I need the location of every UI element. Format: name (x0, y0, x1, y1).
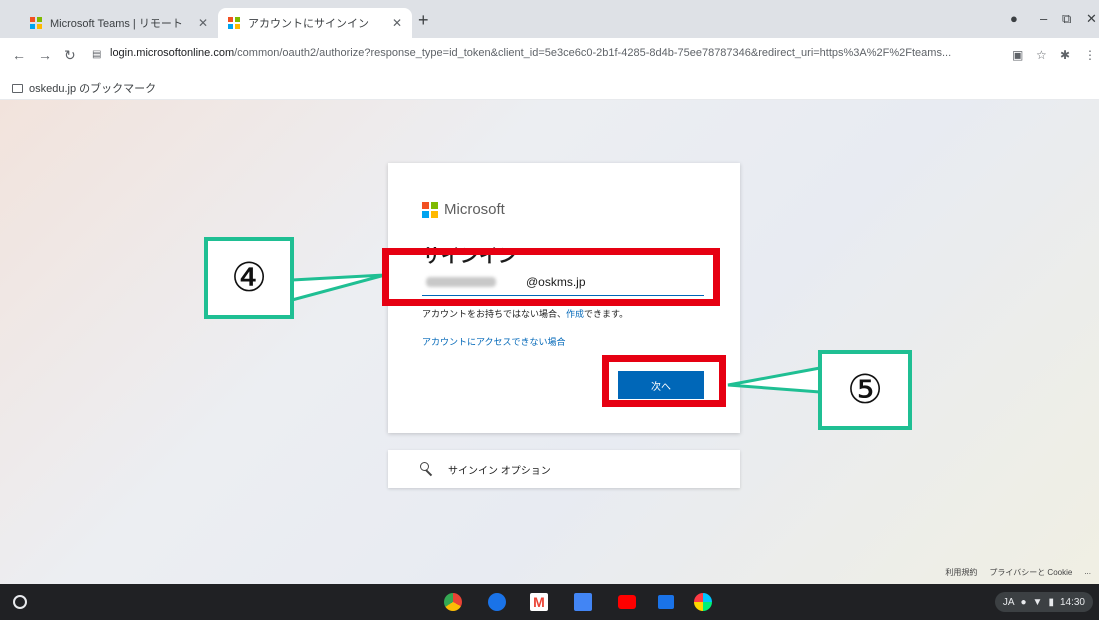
notification-icon: ● (1020, 596, 1027, 608)
input-method: JA (1002, 596, 1015, 608)
battery-icon: ▮ (1048, 596, 1054, 608)
leader-step5 (727, 366, 822, 394)
youtube-icon[interactable] (618, 595, 636, 609)
docs-icon[interactable] (574, 593, 592, 611)
launcher-icon[interactable] (13, 595, 27, 609)
leader-step4 (290, 273, 386, 302)
callout-step5: ⑤ (818, 350, 912, 430)
callout-step4: ④ (204, 237, 294, 319)
files-icon[interactable] (488, 593, 506, 611)
highlight-next-box (602, 355, 726, 407)
callout-leaders (290, 273, 822, 394)
status-tray[interactable]: JA ● ▼ ▮ 14:30 (994, 592, 1093, 612)
gmail-icon[interactable]: M (530, 593, 548, 611)
highlight-email-box (382, 248, 720, 306)
classroom-icon[interactable] (658, 595, 674, 609)
clock: 14:30 (1059, 596, 1085, 608)
play-store-icon[interactable] (694, 593, 712, 611)
chrome-icon[interactable] (444, 593, 462, 611)
screen: Microsoft Teams | リモート ✕ アカウントにサインイン ✕ +… (0, 0, 1099, 620)
wifi-icon: ▼ (1032, 596, 1043, 608)
chromeos-shelf: M JA ● ▼ ▮ 14:30 (0, 584, 1099, 620)
